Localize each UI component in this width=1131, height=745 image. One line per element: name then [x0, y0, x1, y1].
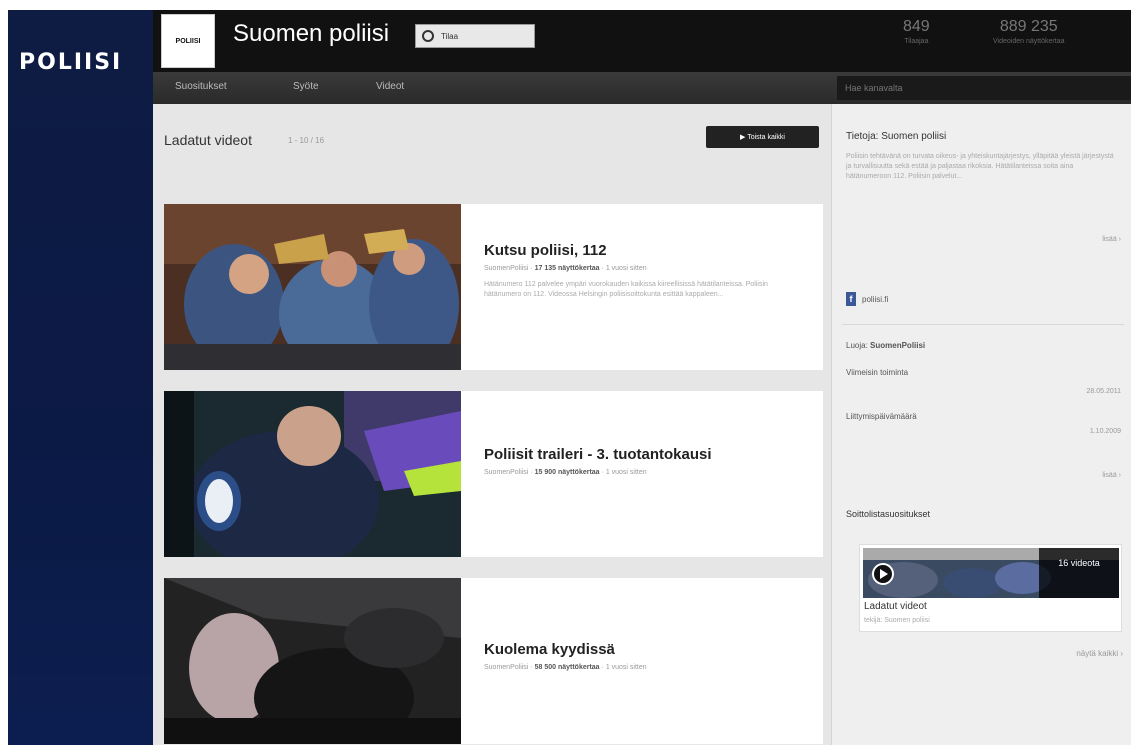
- website-link-label[interactable]: poliisi.fi: [862, 295, 888, 304]
- about-more-link[interactable]: lisää ›: [1102, 236, 1121, 243]
- subscriber-label: Tilaajaa: [904, 38, 929, 45]
- tab-videot[interactable]: Videot: [376, 81, 404, 92]
- video-info: Kutsu poliisi, 112 SuomenPoliisi · 17 13…: [484, 242, 804, 300]
- creator-value[interactable]: SuomenPoliisi: [870, 341, 925, 350]
- website-link[interactable]: f poliisi.fi: [846, 292, 888, 306]
- video-item[interactable]: Kuolema kyydissä SuomenPoliisi · 58 500 …: [164, 578, 823, 744]
- play-all-button[interactable]: ▶ Toista kaikki: [706, 126, 819, 148]
- video-item[interactable]: Poliisit traileri - 3. tuotantokausi Suo…: [164, 391, 823, 557]
- playlist-card[interactable]: 16 videota Ladatut videot tekijä: Suomen…: [859, 544, 1122, 632]
- video-views: 17 135 näyttökertaa: [534, 265, 600, 272]
- tab-suositukset[interactable]: Suositukset: [175, 81, 227, 92]
- video-thumbnail[interactable]: [164, 204, 461, 370]
- video-meta: SuomenPoliisi · 15 900 näyttökertaa · 1 …: [484, 469, 647, 476]
- video-description: Hätänumero 112 palvelee ympäri vuorokaud…: [484, 281, 768, 298]
- video-views: 58 500 näyttökertaa: [534, 664, 600, 671]
- facebook-icon: f: [846, 292, 856, 306]
- views-label: Videoiden näyttökertaa: [993, 38, 1065, 45]
- video-title[interactable]: Kutsu poliisi, 112: [484, 242, 804, 259]
- section-heading: Ladatut videot: [164, 132, 252, 148]
- subscribe-button[interactable]: Tilaa: [415, 24, 535, 48]
- video-thumbnail[interactable]: [164, 578, 461, 744]
- subscribe-label: Tilaa: [441, 31, 459, 41]
- video-channel[interactable]: SuomenPoliisi: [484, 664, 528, 671]
- video-views: 15 900 näyttökertaa: [534, 469, 600, 476]
- avatar-text: POLIISI: [175, 37, 201, 45]
- channel-search[interactable]: [837, 76, 1131, 100]
- channel-title: Suomen poliisi: [233, 20, 390, 47]
- channel-nav: Suositukset Syöte Videot: [153, 72, 1131, 104]
- last-activity-value: 28.05.2011: [1086, 388, 1121, 395]
- uploaded-videos-section: Ladatut videot 1 - 10 / 16 ▶ Toista kaik…: [153, 104, 831, 745]
- video-meta: SuomenPoliisi · 17 135 näyttökertaa · 1 …: [484, 265, 647, 272]
- details-more-link[interactable]: lisää ›: [1102, 472, 1121, 479]
- playlist-title[interactable]: Ladatut videot: [864, 601, 927, 612]
- video-title[interactable]: Poliisit traileri - 3. tuotantokausi: [484, 446, 712, 463]
- last-activity-label: Viimeisin toiminta: [846, 368, 909, 377]
- playlist-subtitle: tekijä: Suomen poliisi: [864, 617, 930, 624]
- creator-row: Luoja: SuomenPoliisi: [846, 341, 925, 350]
- join-date-value: 1.10.2009: [1089, 428, 1121, 435]
- sidebar-divider: [842, 324, 1124, 325]
- about-text: Poliisin tehtävänä on turvata oikeus- ja…: [846, 153, 1114, 180]
- video-info: Kuolema kyydissä SuomenPoliisi · 58 500 …: [484, 641, 647, 671]
- subscriber-count: 849: [903, 18, 930, 35]
- video-meta: SuomenPoliisi · 58 500 näyttökertaa · 1 …: [484, 664, 647, 671]
- video-age: 1 vuosi sitten: [605, 469, 647, 476]
- views-stat: 889 235 Videoiden näyttökertaa: [993, 18, 1064, 45]
- creator-label: Luoja:: [846, 341, 868, 350]
- video-title[interactable]: Kuolema kyydissä: [484, 641, 647, 658]
- channel-avatar[interactable]: POLIISI: [161, 14, 215, 68]
- subscribe-icon: [422, 30, 434, 42]
- show-all-link[interactable]: näytä kaikki ›: [1076, 649, 1123, 658]
- about-title: Tietoja: Suomen poliisi: [846, 131, 947, 142]
- channel-header: POLIISI Suomen poliisi Tilaa 849 Tilaaja…: [153, 10, 1131, 72]
- video-thumbnail[interactable]: [164, 391, 461, 557]
- brand-column: POLIISI: [8, 10, 153, 745]
- channel-search-input[interactable]: [837, 76, 1131, 100]
- views-count: 889 235: [999, 18, 1058, 35]
- video-channel[interactable]: SuomenPoliisi: [484, 469, 528, 476]
- tab-syote[interactable]: Syöte: [293, 81, 319, 92]
- playlists-title: Soittolistasuositukset: [846, 509, 931, 519]
- join-date-label: Liittymispäivämäärä: [846, 412, 917, 421]
- subscriber-stat: 849 Tilaajaa: [903, 18, 930, 45]
- channel-sidebar: Tietoja: Suomen poliisi Poliisin tehtävä…: [831, 104, 1131, 745]
- video-age: 1 vuosi sitten: [605, 265, 647, 272]
- video-item[interactable]: Kutsu poliisi, 112 SuomenPoliisi · 17 13…: [164, 204, 823, 370]
- playlist-thumbnail[interactable]: 16 videota: [863, 548, 1119, 598]
- video-info: Poliisit traileri - 3. tuotantokausi Suo…: [484, 446, 712, 476]
- video-age: 1 vuosi sitten: [605, 664, 647, 671]
- poliisi-logo[interactable]: POLIISI: [19, 50, 122, 75]
- video-channel[interactable]: SuomenPoliisi: [484, 265, 528, 272]
- playlist-video-count: 16 videota: [1039, 548, 1119, 598]
- section-range: 1 - 10 / 16: [288, 136, 325, 145]
